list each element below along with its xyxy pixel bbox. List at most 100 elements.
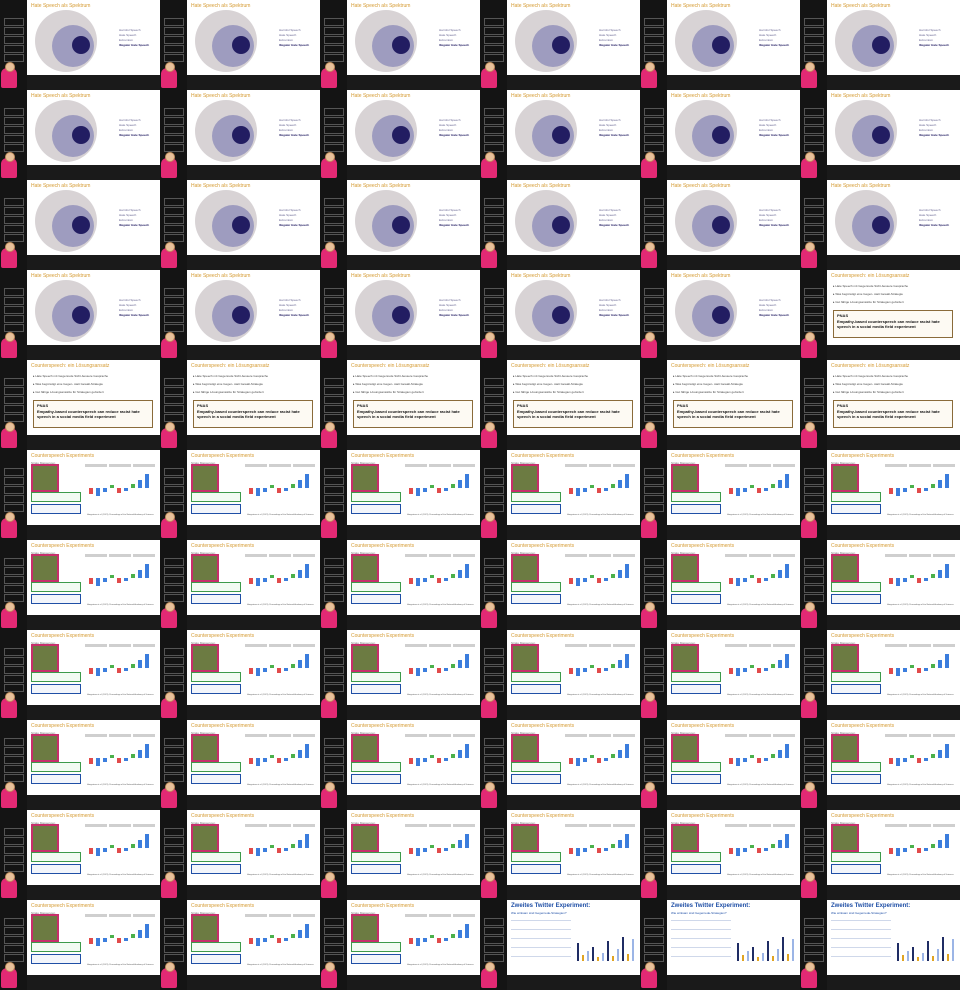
- speaker-icon: [1, 692, 17, 718]
- chart-bar: [772, 956, 774, 961]
- video-frame-thumbnail[interactable]: Hate Speech als Spektrum Harmful Speech Ha…: [640, 270, 800, 360]
- chart-caption: Hangartner et al. (2021), Proceedings of…: [567, 874, 634, 876]
- sidebar-box: [4, 495, 24, 503]
- video-frame-thumbnail[interactable]: Counterspeech: ein Lösungsansatz ▸ Hate S…: [800, 360, 960, 450]
- chart-header: [749, 824, 771, 827]
- video-frame-thumbnail[interactable]: Hate Speech als Spektrum Harmful Speech Ha…: [800, 90, 960, 180]
- video-frame-thumbnail[interactable]: Counterspeech: ein Lösungsansatz ▸ Hate S…: [800, 270, 960, 360]
- sidebar-box: [484, 657, 504, 665]
- chart-bar: [124, 938, 128, 941]
- chart-bar: [458, 750, 462, 758]
- chart-bar: [458, 570, 462, 578]
- video-frame-thumbnail[interactable]: Hate Speech als Spektrum Harmful Speech Ha…: [640, 90, 800, 180]
- video-frame-thumbnail[interactable]: Counterspeech: ein Lösungsansatz ▸ Hate S…: [0, 360, 160, 450]
- slide: Counterspeech Experiments Strate Massenge…: [667, 450, 800, 525]
- chart-area: [725, 644, 795, 690]
- slide-title: Counterspeech Experiments: [831, 543, 895, 549]
- logo-icon: [643, 94, 663, 103]
- video-frame-thumbnail[interactable]: Counterspeech Experiments Strate Massenge…: [0, 450, 160, 540]
- video-frame-thumbnail[interactable]: Counterspeech Experiments Strate Massenge…: [480, 450, 640, 540]
- video-frame-thumbnail[interactable]: Counterspeech Experiments Strate Massenge…: [320, 540, 480, 630]
- video-frame-thumbnail[interactable]: Counterspeech Experiments Strate Massenge…: [160, 810, 320, 900]
- video-frame-thumbnail[interactable]: Hate Speech als Spektrum Harmful Speech Ha…: [320, 180, 480, 270]
- video-frame-thumbnail[interactable]: Hate Speech als Spektrum Harmful Speech Ha…: [0, 270, 160, 360]
- sidebar-box: [644, 774, 664, 782]
- video-frame-thumbnail[interactable]: Counterspeech Experiments Strate Massenge…: [160, 900, 320, 990]
- video-frame-thumbnail[interactable]: Hate Speech als Spektrum Harmful Speech Ha…: [480, 270, 640, 360]
- video-frame-thumbnail[interactable]: Counterspeech Experiments Strate Massenge…: [800, 720, 960, 810]
- video-frame-thumbnail[interactable]: Counterspeech Experiments Strate Massenge…: [160, 450, 320, 540]
- video-frame-thumbnail[interactable]: Counterspeech Experiments Strate Massenge…: [160, 720, 320, 810]
- video-frame-thumbnail[interactable]: Hate Speech als Spektrum Harmful Speech Ha…: [0, 180, 160, 270]
- chart-bar: [590, 665, 594, 668]
- video-frame-thumbnail[interactable]: Hate Speech als Spektrum Harmful Speech Ha…: [0, 0, 160, 90]
- video-frame-thumbnail[interactable]: Hate Speech als Spektrum Harmful Speech Ha…: [640, 0, 800, 90]
- video-frame-thumbnail[interactable]: Counterspeech Experiments Strate Massenge…: [0, 720, 160, 810]
- video-frame-thumbnail[interactable]: Hate Speech als Spektrum Harmful Speech Ha…: [320, 90, 480, 180]
- sidebar-box: [324, 675, 344, 683]
- video-frame-thumbnail[interactable]: Counterspeech Experiments Strate Massenge…: [480, 540, 640, 630]
- video-frame-thumbnail[interactable]: Counterspeech Experiments Strate Massenge…: [640, 810, 800, 900]
- video-frame-thumbnail[interactable]: Counterspeech: ein Lösungsansatz ▸ Hate S…: [160, 360, 320, 450]
- video-frame-thumbnail[interactable]: Zweites Twitter Experiment: Wie wirksam s…: [480, 900, 640, 990]
- sidebar-box: [324, 27, 344, 35]
- video-frame-thumbnail[interactable]: Counterspeech Experiments Strate Massenge…: [800, 540, 960, 630]
- video-frame-thumbnail[interactable]: Counterspeech Experiments Strate Massenge…: [800, 630, 960, 720]
- video-frame-thumbnail[interactable]: Hate Speech als Spektrum Harmful Speech Ha…: [800, 180, 960, 270]
- video-frame-thumbnail[interactable]: Counterspeech Experiments Strate Massenge…: [0, 810, 160, 900]
- video-frame-thumbnail[interactable]: Hate Speech als Spektrum Harmful Speech Ha…: [160, 0, 320, 90]
- video-frame-thumbnail[interactable]: Zweites Twitter Experiment: Wie wirksam s…: [640, 900, 800, 990]
- video-frame-thumbnail[interactable]: Counterspeech Experiments Strate Massenge…: [800, 810, 960, 900]
- video-frame-thumbnail[interactable]: Counterspeech: ein Lösungsansatz ▸ Hate S…: [480, 360, 640, 450]
- video-frame-thumbnail[interactable]: Hate Speech als Spektrum Harmful Speech Ha…: [0, 90, 160, 180]
- video-frame-thumbnail[interactable]: Hate Speech als Spektrum Harmful Speech Ha…: [480, 0, 640, 90]
- video-frame-thumbnail[interactable]: Counterspeech Experiments Strate Massenge…: [640, 630, 800, 720]
- video-frame-thumbnail[interactable]: Hate Speech als Spektrum Harmful Speech Ha…: [800, 0, 960, 90]
- video-frame-thumbnail[interactable]: Counterspeech Experiments Strate Massenge…: [320, 720, 480, 810]
- slide-title: Hate Speech als Spektrum: [511, 3, 571, 9]
- video-frame-thumbnail[interactable]: Counterspeech Experiments Strate Massenge…: [480, 630, 640, 720]
- video-frame-thumbnail[interactable]: Hate Speech als Spektrum Harmful Speech Ha…: [160, 90, 320, 180]
- video-frame-thumbnail[interactable]: Hate Speech als Spektrum Harmful Speech Ha…: [160, 270, 320, 360]
- chart-caption: Hangartner et al. (2021), Proceedings of…: [247, 874, 314, 876]
- paper-journal: PNAS: [37, 403, 49, 408]
- video-frame-thumbnail[interactable]: Hate Speech als Spektrum Harmful Speech Ha…: [640, 180, 800, 270]
- bullet-item: ▸ Hate Speech mit Gegenrede Sicht-besser…: [833, 284, 909, 288]
- bbox-panel: [191, 684, 241, 694]
- video-frame-thumbnail[interactable]: Hate Speech als Spektrum Harmful Speech Ha…: [480, 180, 640, 270]
- video-frame-thumbnail[interactable]: Hate Speech als Spektrum Harmful Speech Ha…: [160, 180, 320, 270]
- sidebar-box: [324, 396, 344, 404]
- sidebar-box: [324, 144, 344, 152]
- bottom-bar: [27, 795, 160, 810]
- video-frame-thumbnail[interactable]: Counterspeech: ein Lösungsansatz ▸ Hate S…: [320, 360, 480, 450]
- video-frame-thumbnail[interactable]: Counterspeech Experiments Strate Massenge…: [0, 540, 160, 630]
- video-frame-thumbnail[interactable]: Hate Speech als Spektrum Harmful Speech Ha…: [320, 0, 480, 90]
- video-frame-thumbnail[interactable]: Counterspeech Experiments Strate Massenge…: [320, 450, 480, 540]
- video-frame-thumbnail[interactable]: Counterspeech Experiments Strate Massenge…: [160, 630, 320, 720]
- video-frame-thumbnail[interactable]: Counterspeech Experiments Strate Massenge…: [640, 540, 800, 630]
- sidebar-box: [484, 477, 504, 485]
- video-frame-thumbnail[interactable]: Counterspeech Experiments Strate Massenge…: [0, 900, 160, 990]
- video-frame-thumbnail[interactable]: Counterspeech Experiments Strate Massenge…: [320, 630, 480, 720]
- video-frame-thumbnail[interactable]: Counterspeech Experiments Strate Massenge…: [320, 810, 480, 900]
- bottom-bar: [27, 255, 160, 270]
- chart-bar: [777, 949, 779, 961]
- video-frame-thumbnail[interactable]: Hate Speech als Spektrum Harmful Speech Ha…: [480, 90, 640, 180]
- video-frame-thumbnail[interactable]: Counterspeech Experiments Strate Massenge…: [480, 810, 640, 900]
- video-frame-thumbnail[interactable]: Hate Speech als Spektrum Harmful Speech Ha…: [320, 270, 480, 360]
- video-frame-thumbnail[interactable]: Counterspeech: ein Lösungsansatz ▸ Hate S…: [640, 360, 800, 450]
- chart-bar: [583, 758, 587, 762]
- video-frame-thumbnail[interactable]: Counterspeech Experiments Strate Massenge…: [0, 630, 160, 720]
- video-frame-thumbnail[interactable]: Counterspeech Experiments Strate Massenge…: [160, 540, 320, 630]
- video-frame-thumbnail[interactable]: Counterspeech Experiments Strate Massenge…: [640, 720, 800, 810]
- video-frame-thumbnail[interactable]: Counterspeech Experiments Strate Massenge…: [640, 450, 800, 540]
- video-frame-thumbnail[interactable]: Counterspeech Experiments Strate Massenge…: [480, 720, 640, 810]
- sidebar-box: [804, 378, 824, 386]
- video-frame-thumbnail[interactable]: Counterspeech Experiments Strate Massenge…: [800, 450, 960, 540]
- video-frame-thumbnail[interactable]: Zweites Twitter Experiment: Wie wirksam s…: [800, 900, 960, 990]
- chart-bar: [277, 848, 281, 853]
- sidebar-box: [164, 945, 184, 953]
- legend-item-strong: Illegaler Hate Speech: [919, 43, 950, 47]
- video-frame-thumbnail[interactable]: Counterspeech Experiments Strate Massenge…: [320, 900, 480, 990]
- sidebar-box: [324, 135, 344, 143]
